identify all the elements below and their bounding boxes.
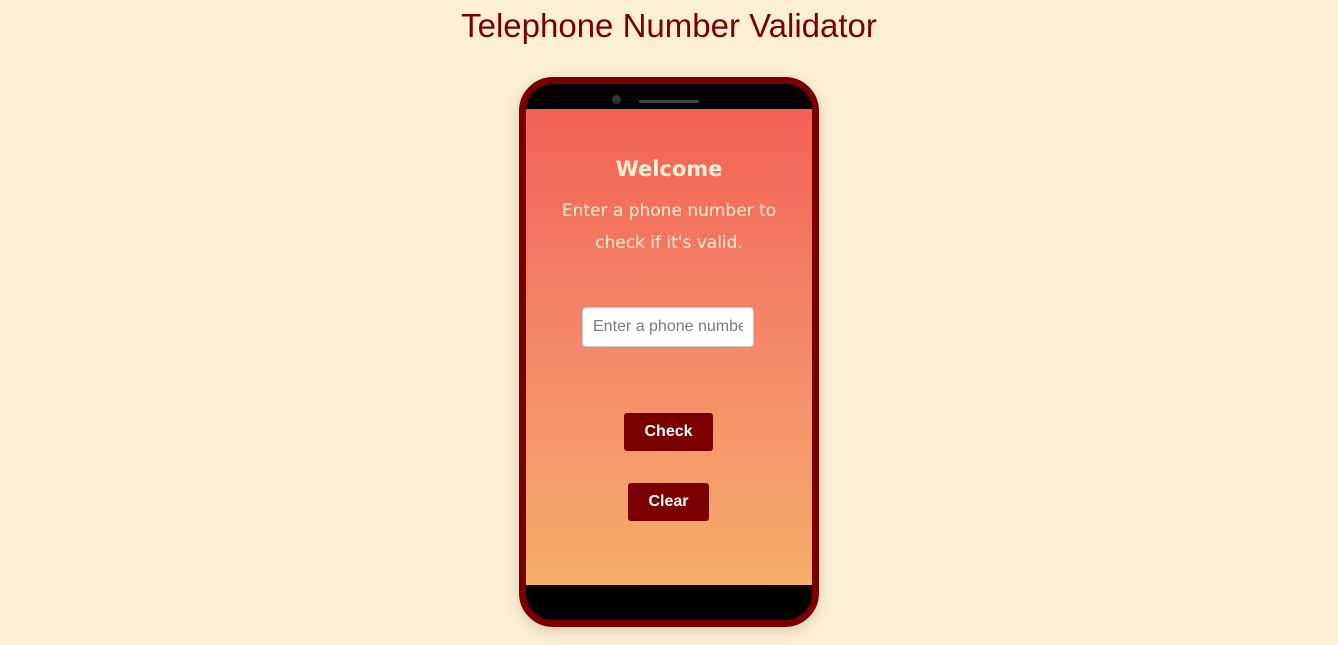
- instructions-text: Enter a phone number to check if it's va…: [561, 201, 777, 253]
- check-button[interactable]: Check: [624, 413, 713, 451]
- camera-icon: [612, 95, 621, 104]
- page-title: Telephone Number Validator: [461, 7, 877, 44]
- phone-top-bar: [526, 84, 812, 109]
- clear-button[interactable]: Clear: [628, 483, 709, 521]
- phone-bottom-bar: [526, 585, 812, 620]
- speaker-icon: [639, 100, 699, 103]
- phone-number-input[interactable]: [582, 307, 754, 347]
- phone-frame: Welcome Enter a phone number to check if…: [519, 77, 819, 627]
- phone-screen: Welcome Enter a phone number to check if…: [526, 109, 812, 585]
- welcome-heading: Welcome: [615, 157, 723, 181]
